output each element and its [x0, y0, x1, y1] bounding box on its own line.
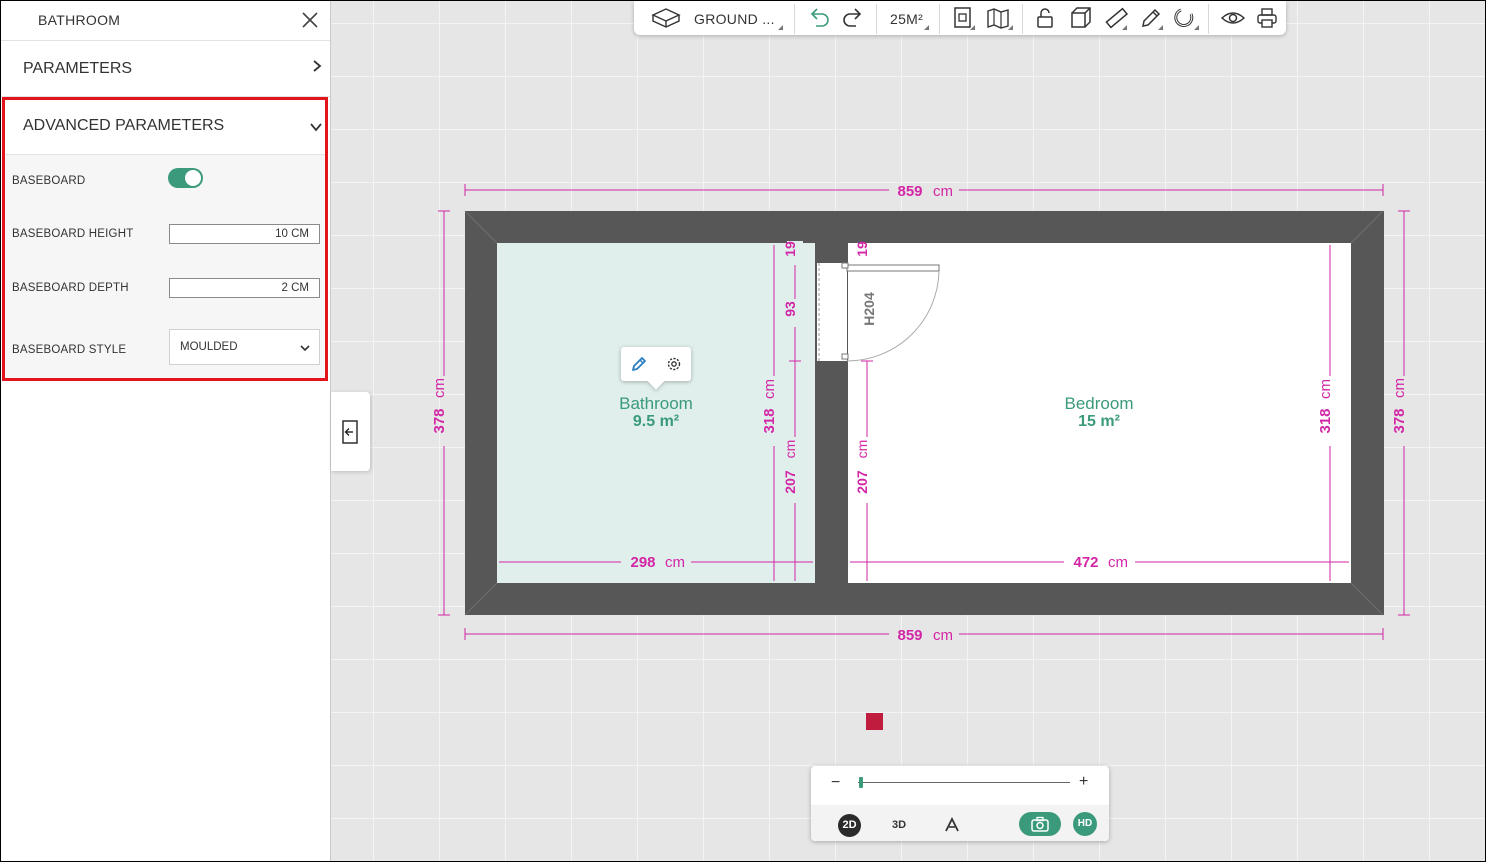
zoom-out-button[interactable]: −	[831, 774, 840, 792]
view-controls-panel: − + 2D 3D HD	[811, 766, 1109, 841]
eye-icon[interactable]	[1220, 6, 1246, 30]
hd-render-button[interactable]: HD	[1073, 812, 1097, 836]
box-icon[interactable]	[1069, 6, 1093, 30]
dim-right-value: 378	[1391, 408, 1408, 433]
chevron-down-icon	[310, 123, 322, 132]
zoom-slider-track[interactable]	[858, 782, 1070, 783]
sidebar-header: BATHROOM	[1, 1, 330, 41]
redo-icon[interactable]	[840, 6, 866, 30]
view-2d-button[interactable]: 2D	[838, 814, 861, 837]
area-toggle[interactable]: 25M²	[890, 11, 923, 27]
collapse-arrow-icon	[342, 420, 358, 444]
bedroom-area: 15 m²	[1078, 413, 1120, 430]
baseboard-style-select[interactable]: MOULDED	[169, 329, 320, 365]
baseboard-toggle[interactable]	[168, 168, 203, 188]
dim-seg-bottom-right: 207	[854, 470, 870, 494]
dim-top	[464, 184, 1384, 196]
baseboard-style-label: BASEBOARD STYLE	[12, 344, 127, 356]
baseboard-depth-label: BASEBOARD DEPTH	[12, 282, 129, 294]
dim-bedroom-height-value: 318	[1317, 408, 1334, 433]
bedroom-name[interactable]: Bedroom	[1065, 394, 1134, 413]
close-icon[interactable]	[300, 10, 320, 30]
dim-top-value: 859	[897, 183, 922, 200]
dim-bathroom-width-value: 298	[630, 554, 655, 571]
dim-seg-top-right: 19	[854, 241, 870, 257]
cube-icon[interactable]	[651, 6, 681, 30]
undo-icon[interactable]	[806, 6, 832, 30]
view-mode-row: 2D 3D HD	[811, 805, 1109, 841]
baseboard-style-value: MOULDED	[180, 341, 238, 353]
top-toolbar: GROUND ... 25M²	[634, 1, 1286, 35]
level-selector[interactable]: GROUND ...	[694, 11, 775, 27]
dim-bathroom-height-unit: cm	[761, 379, 778, 399]
dim-seg-bottom-right-unit: cm	[854, 440, 870, 459]
parameters-label: PARAMETERS	[23, 60, 133, 77]
dim-bottom-unit: cm	[933, 627, 953, 644]
baseboard-label: BASEBOARD	[12, 175, 86, 187]
dim-bottom-value: 859	[897, 627, 922, 644]
zoom-row: − +	[811, 766, 1109, 804]
camera-icon	[1031, 816, 1049, 832]
pencil-icon[interactable]	[629, 354, 649, 374]
baseboard-height-input[interactable]: 10 CM	[169, 224, 320, 244]
dim-left-value: 378	[431, 408, 448, 433]
dim-seg-bottom-left-unit: cm	[782, 440, 798, 459]
baseboard-depth-input[interactable]: 2 CM	[169, 278, 320, 298]
bathroom-area: 9.5 m²	[633, 413, 679, 430]
dim-left-unit: cm	[431, 378, 448, 398]
door-opening[interactable]	[817, 263, 847, 361]
screenshot-button[interactable]	[1019, 812, 1061, 836]
zoom-slider-thumb[interactable]	[859, 777, 863, 788]
chevron-down-icon	[300, 345, 310, 352]
zoom-in-button[interactable]: +	[1079, 773, 1088, 791]
dim-bathroom-width-unit: cm	[665, 554, 685, 571]
sidebar-panel: BATHROOM PARAMETERS ADVANCED PARAMETERS …	[1, 1, 331, 861]
dim-seg-top-left: 19	[782, 241, 798, 257]
collapse-sidebar-button[interactable]	[331, 392, 370, 471]
view-3d-button[interactable]: 3D	[892, 819, 906, 831]
bathroom-name[interactable]: Bathroom	[619, 394, 693, 413]
advanced-parameters-header[interactable]: ADVANCED PARAMETERS	[5, 100, 325, 155]
dim-top-unit: cm	[933, 183, 953, 200]
sidebar-title: BATHROOM	[38, 12, 121, 28]
door-leaf[interactable]	[846, 264, 940, 272]
dim-bathroom-height-value: 318	[761, 408, 778, 433]
dim-right-unit: cm	[1391, 378, 1408, 398]
gear-icon[interactable]	[664, 354, 684, 374]
compass-marker[interactable]	[866, 713, 883, 730]
advanced-parameters-label: ADVANCED PARAMETERS	[23, 117, 225, 134]
chevron-right-icon	[313, 60, 322, 72]
dim-seg-mid-left: 93	[782, 301, 798, 317]
dim-bedroom-height-unit: cm	[1317, 379, 1334, 399]
baseboard-height-label: BASEBOARD HEIGHT	[12, 228, 134, 240]
parameters-section[interactable]: PARAMETERS	[1, 41, 330, 97]
door-height-label: H204	[861, 292, 877, 326]
room-action-popup	[621, 347, 691, 381]
advanced-parameters-section: ADVANCED PARAMETERS BASEBOARD BASEBOARD …	[2, 97, 328, 381]
walk-mode-icon[interactable]	[944, 817, 960, 833]
dim-bedroom-width-value: 472	[1073, 554, 1098, 571]
dim-bottom	[464, 628, 1384, 640]
app-frame: H204 859 cm 859 cm 378 cm 378 cm 298 cm …	[0, 0, 1486, 862]
unlock-icon[interactable]	[1034, 6, 1056, 30]
dim-bedroom-width-unit: cm	[1108, 554, 1128, 571]
dim-seg-bottom-left: 207	[782, 470, 798, 494]
print-icon[interactable]	[1255, 6, 1279, 30]
